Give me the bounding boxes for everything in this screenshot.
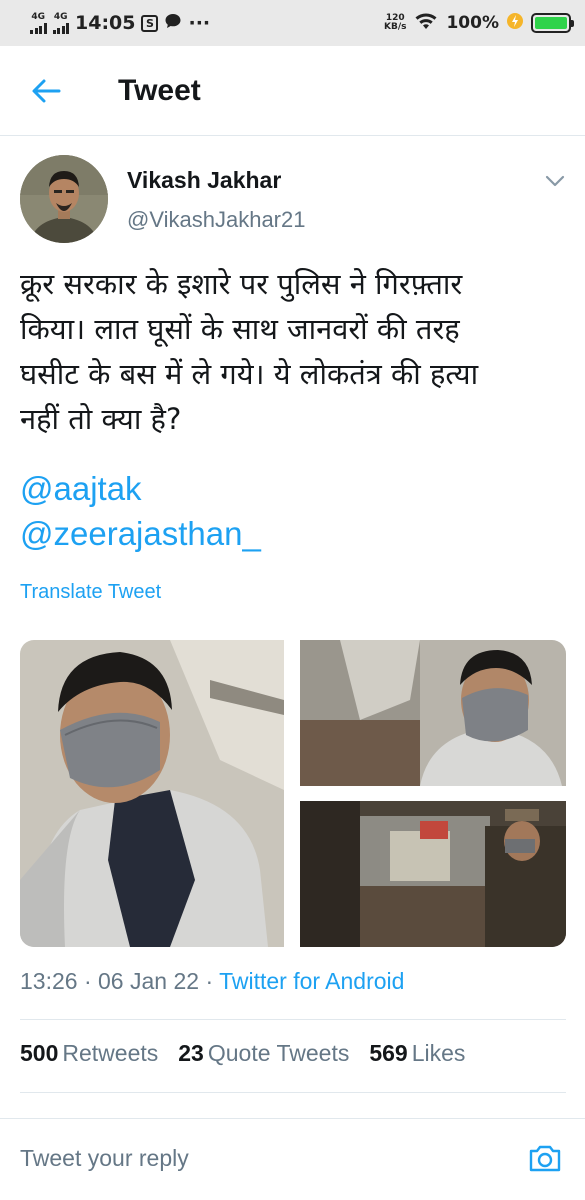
tweet-author: Vikash Jakhar @VikashJakhar21 bbox=[20, 155, 570, 245]
network-type-1: 4G bbox=[31, 11, 46, 22]
tweet-photo[interactable] bbox=[20, 640, 284, 947]
status-time: 14:05 bbox=[75, 12, 136, 34]
meta-separator: · bbox=[205, 968, 214, 994]
camera-icon[interactable] bbox=[527, 1140, 563, 1176]
likes-stat[interactable]: 569 Likes bbox=[369, 1040, 465, 1067]
divider bbox=[20, 1019, 566, 1020]
author-handle[interactable]: @VikashJakhar21 bbox=[127, 207, 305, 233]
tweet-photo[interactable] bbox=[300, 801, 566, 947]
page-title: Tweet bbox=[118, 73, 201, 107]
divider bbox=[20, 1092, 566, 1093]
battery-icon bbox=[531, 13, 574, 33]
status-bar: 4G 4G 14:05 S ··· 120 KB/s 100% bbox=[0, 0, 585, 46]
mention-link[interactable]: @aajtak bbox=[20, 470, 142, 508]
signal-icon-2: 4G bbox=[52, 11, 69, 34]
tweet-text-line: नहीं तो क्या है? bbox=[20, 402, 182, 436]
network-type-2: 4G bbox=[53, 11, 68, 22]
tweet-text: क्रूर सरकार के इशारे पर पुलिस ने गिरफ़्त… bbox=[20, 262, 570, 442]
chat-bubble-icon bbox=[164, 12, 182, 35]
retweets-stat[interactable]: 500 Retweets bbox=[20, 1040, 158, 1067]
author-name[interactable]: Vikash Jakhar bbox=[127, 167, 281, 194]
network-speed: 120 KB/s bbox=[383, 13, 407, 33]
signal-icon: 4G bbox=[30, 11, 47, 34]
avatar[interactable] bbox=[20, 155, 108, 243]
tweet-time: 13:26 bbox=[20, 968, 78, 994]
tweet-source-link[interactable]: Twitter for Android bbox=[219, 968, 404, 994]
speed-unit: KB/s bbox=[383, 22, 407, 32]
retweets-label: Retweets bbox=[62, 1040, 159, 1066]
likes-count: 569 bbox=[369, 1040, 408, 1066]
tweet-photo[interactable] bbox=[300, 640, 566, 786]
quotes-label: Quote Tweets bbox=[207, 1040, 350, 1066]
translate-tweet-link[interactable]: Translate Tweet bbox=[20, 581, 161, 604]
battery-percent: 100% bbox=[446, 13, 499, 33]
wifi-icon bbox=[414, 11, 438, 36]
tweet-date: 06 Jan 22 bbox=[98, 968, 200, 994]
likes-label: Likes bbox=[411, 1040, 466, 1066]
tweet-text-line: क्रूर सरकार के इशारे पर पुलिस ने गिरफ़्त… bbox=[20, 267, 463, 301]
app-bar: Tweet bbox=[0, 46, 585, 136]
more-notifications-icon: ··· bbox=[188, 12, 211, 34]
reply-input[interactable]: Tweet your reply bbox=[20, 1145, 189, 1172]
tweet-text-line: किया। लात घूसों के साथ जानवरों की तरह bbox=[20, 312, 460, 346]
meta-separator: · bbox=[83, 968, 92, 994]
mention-link[interactable]: @zeerajasthan_ bbox=[20, 515, 261, 553]
notification-s-icon: S bbox=[141, 14, 159, 32]
chevron-down-icon[interactable] bbox=[540, 169, 570, 193]
tweet-stats: 500 Retweets 23 Quote Tweets 569 Likes bbox=[20, 1040, 465, 1067]
arrow-left-icon[interactable] bbox=[16, 61, 76, 121]
quotes-count: 23 bbox=[178, 1040, 204, 1066]
retweets-count: 500 bbox=[20, 1040, 59, 1066]
quote-tweets-stat[interactable]: 23 Quote Tweets bbox=[178, 1040, 349, 1067]
tweet-meta: 13:26 · 06 Jan 22 · Twitter for Android bbox=[20, 968, 404, 995]
tweet-text-line: घसीट के बस में ले गये। ये लोकतंत्र की हत… bbox=[20, 357, 479, 391]
charging-icon bbox=[507, 12, 523, 35]
tweet-media-grid bbox=[20, 640, 566, 947]
